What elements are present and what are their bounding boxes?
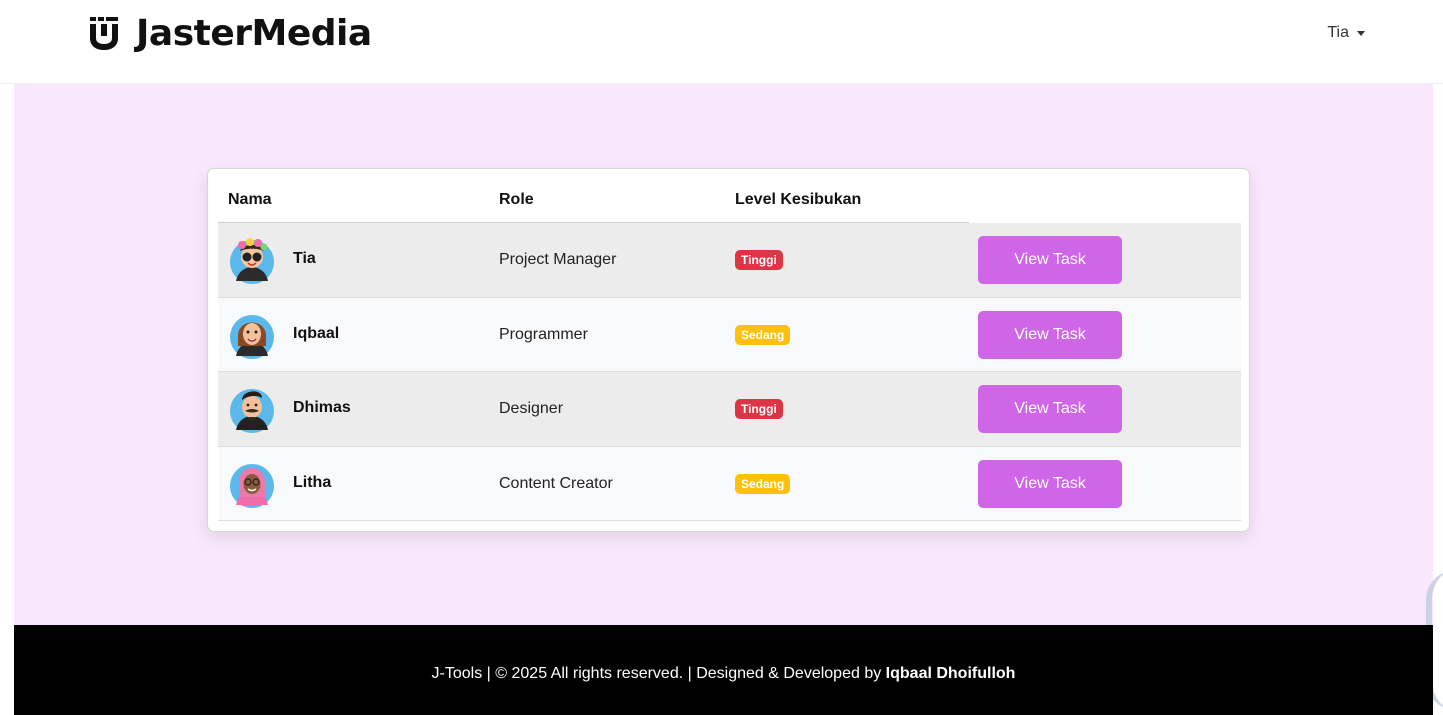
caret-down-icon: [1357, 30, 1365, 36]
avatar-dhimas: [230, 389, 274, 433]
footer-text: J-Tools | © 2025 All rights reserved. | …: [14, 665, 1433, 683]
avatar-iqbaal: [230, 314, 274, 359]
header-role: Role: [499, 191, 534, 208]
top-navbar: JasterMedia Tia: [0, 0, 1443, 84]
member-role: Content Creator: [499, 474, 613, 492]
team-card: Nama Role Level Kesibukan Tia Project Ma: [207, 168, 1250, 532]
view-task-button[interactable]: View Task: [978, 310, 1122, 359]
level-badge: Tinggi: [735, 250, 783, 270]
member-name: Tia: [293, 250, 316, 267]
table-header: Nama Role Level Kesibukan: [218, 177, 1241, 223]
footer-author: Iqbaal Dhoifulloh: [885, 665, 1016, 682]
footer-copyright: J-Tools | © 2025 All rights reserved. | …: [431, 665, 882, 682]
avatar-litha: [230, 463, 274, 508]
member-name: Iqbaal: [293, 324, 340, 342]
table-row: Dhimas Designer Tinggi View Task: [218, 372, 1241, 447]
level-badge: Sedang: [735, 324, 791, 345]
user-name: Tia: [1327, 24, 1349, 41]
member-role: Programmer: [499, 325, 588, 343]
table-row: Iqbaal Programmer Sedang View Task: [218, 297, 1241, 372]
member-name: Dhimas: [293, 399, 351, 416]
member-name: Litha: [293, 473, 332, 491]
header-level: Level Kesibukan: [735, 191, 862, 208]
view-task-button[interactable]: View Task: [978, 385, 1122, 433]
jastermedia-logo-icon: [90, 17, 118, 50]
footer: J-Tools | © 2025 All rights reserved. | …: [14, 625, 1433, 715]
member-role: Project Manager: [499, 251, 617, 268]
table-row: Tia Project Manager Tinggi View Task: [218, 223, 1241, 298]
member-role: Designer: [499, 400, 564, 417]
view-task-button[interactable]: View Task: [978, 459, 1122, 508]
level-badge: Tinggi: [735, 399, 783, 419]
user-dropdown[interactable]: Tia: [1327, 24, 1365, 42]
brand-name: JasterMedia: [136, 12, 372, 54]
avatar-tia: [230, 238, 274, 284]
header-nama: Nama: [228, 191, 272, 208]
view-task-button[interactable]: View Task: [978, 236, 1122, 284]
level-badge: Sedang: [735, 473, 791, 494]
brand[interactable]: JasterMedia: [84, 8, 372, 58]
table-row: Litha Content Creator Sedang View Task: [218, 446, 1241, 521]
team-table: Nama Role Level Kesibukan Tia Project Ma: [218, 177, 1241, 521]
